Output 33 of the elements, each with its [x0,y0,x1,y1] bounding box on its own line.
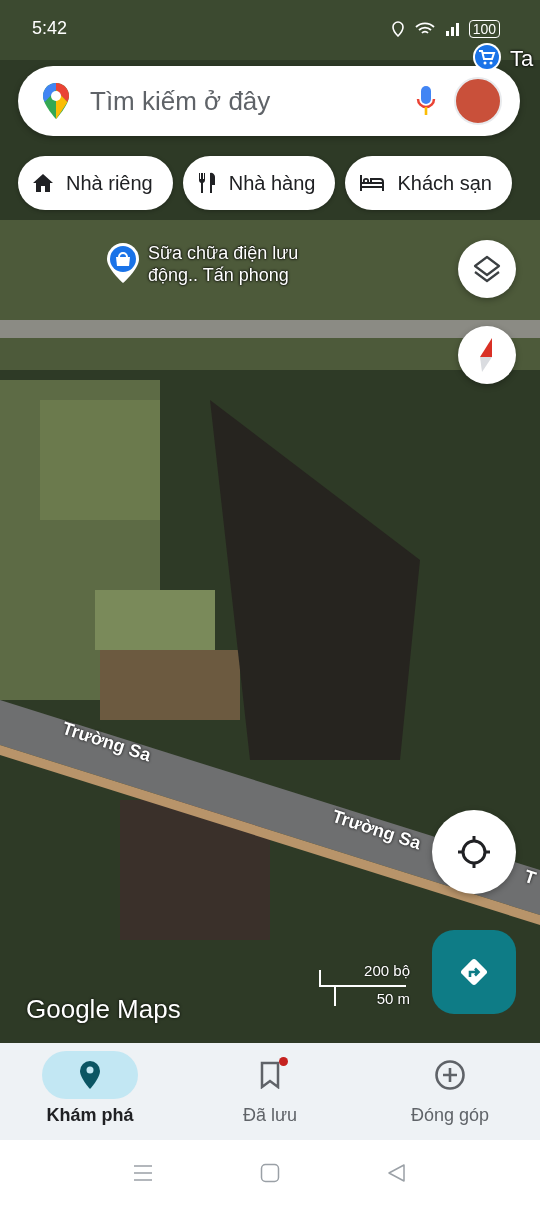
status-time: 5:42 [32,18,68,39]
bookmark-icon [259,1061,281,1089]
shopping-bag-pin-icon[interactable] [106,242,140,284]
map-pin-logo-icon [42,82,70,120]
map-pin-icon [79,1060,101,1090]
plus-circle-icon [434,1059,466,1091]
category-chip[interactable]: Khách sạn [345,156,512,210]
fork-knife-icon [196,172,217,194]
directions-button[interactable] [432,930,516,1014]
back-icon[interactable] [386,1163,407,1183]
house-icon [32,173,54,193]
bed-icon [359,174,386,192]
search-input[interactable]: Tìm kiếm ở đây [88,84,398,118]
signal-icon [444,21,459,36]
place-label[interactable]: Sữa chữa điện lưu động.. Tấn phong [148,242,338,286]
avatar[interactable] [454,77,502,125]
location-icon [390,20,405,37]
category-chip[interactable]: Nhà hàng [182,156,336,210]
category-chip[interactable]: Nhà riêng [18,156,173,210]
battery-level: 100 [468,19,500,38]
scale-label: 200 bộ [364,962,410,979]
scale-label: 50 m [376,990,410,1007]
microphone-icon[interactable] [416,85,436,117]
crosshair-icon [456,834,492,870]
home-square-icon[interactable] [260,1163,280,1183]
search-bar[interactable]: Tìm kiếm ở đây [18,66,520,136]
nav-tab[interactable]: Khám phá [0,1043,180,1140]
layers-icon [472,254,502,284]
shopping-cart-pin-icon[interactable] [472,42,502,72]
nav-tab[interactable]: Đóng góp [360,1043,540,1140]
map-logo-text: Google Maps [26,994,181,1025]
nav-tab[interactable]: Đã lưu [180,1043,360,1140]
road-label: T [521,866,539,890]
